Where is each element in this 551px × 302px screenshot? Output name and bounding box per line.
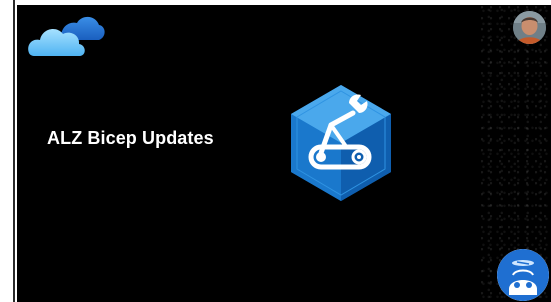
person-icon [513, 11, 546, 44]
left-divider [13, 0, 15, 302]
azure-cloud-icon [28, 16, 105, 56]
robot-avatar[interactable] [497, 249, 549, 301]
presentation-slide: ALZ Bicep Updates [17, 5, 551, 302]
video-frame: ALZ Bicep Updates [0, 0, 551, 302]
robot-icon [497, 249, 549, 301]
bicep-arm-icon [291, 85, 391, 201]
presenter-avatar[interactable] [513, 11, 546, 44]
slide-title: ALZ Bicep Updates [47, 128, 214, 148]
